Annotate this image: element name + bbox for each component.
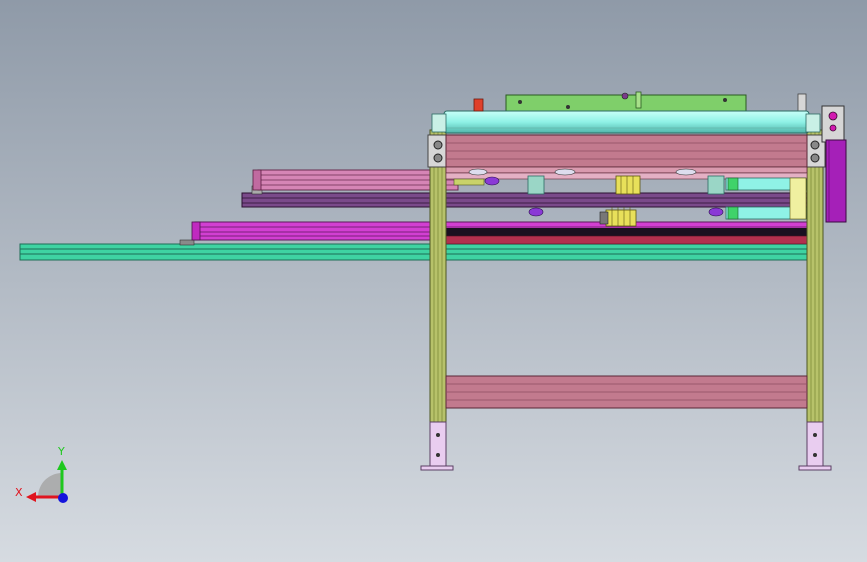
triad-z-axis-dot [58, 493, 68, 503]
triad-y-label: Y [57, 445, 65, 458]
lower-cross-beam[interactable] [445, 375, 808, 409]
cad-model-canvas[interactable]: X Y [0, 0, 867, 562]
right-frame-post[interactable] [804, 129, 826, 423]
triad-x-label: X [15, 486, 23, 499]
pink-upper-slide[interactable] [252, 169, 459, 191]
upper-cross-beam[interactable] [445, 134, 808, 174]
right-side-bracket[interactable] [821, 105, 847, 223]
cad-viewport[interactable]: X Y [0, 0, 867, 562]
left-frame-post[interactable] [427, 129, 449, 423]
